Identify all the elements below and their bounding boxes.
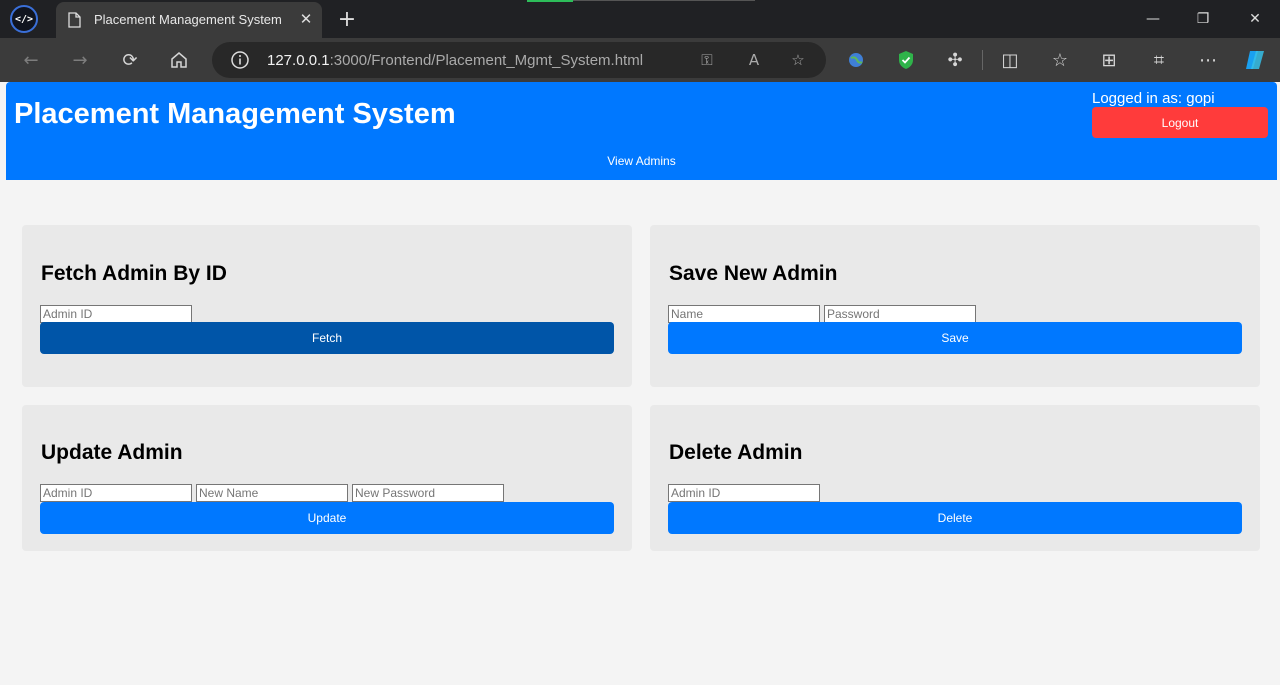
tab-title: Placement Management System: [94, 12, 282, 27]
update-button[interactable]: Update: [40, 502, 614, 534]
url-path: :3000/Frontend/Placement_Mgmt_System.htm…: [329, 52, 644, 69]
delete-admin-card: Delete Admin Admin ID Delete: [650, 405, 1260, 551]
forward-icon[interactable]: →: [64, 44, 96, 76]
fetch-admin-heading: Fetch Admin By ID: [41, 262, 227, 285]
logout-button[interactable]: Logout: [1092, 107, 1268, 138]
fetch-button[interactable]: Fetch: [40, 322, 614, 354]
tab-strip-divider: [573, 0, 755, 1]
read-aloud-icon[interactable]: A: [740, 46, 768, 74]
collections-icon[interactable]: ⊞: [1093, 44, 1125, 76]
save-password-input[interactable]: Password: [824, 305, 976, 323]
browser-toolbar: ← → ⟳ 127.0.0.1:3000/Frontend/Placement_…: [0, 38, 1280, 82]
fetch-admin-card: Fetch Admin By ID Admin ID Fetch: [22, 225, 632, 387]
url-text: 127.0.0.1:3000/Frontend/Placement_Mgmt_S…: [267, 52, 643, 69]
address-bar[interactable]: 127.0.0.1:3000/Frontend/Placement_Mgmt_S…: [212, 42, 826, 78]
new-tab-icon[interactable]: +: [334, 6, 360, 32]
back-icon[interactable]: ←: [15, 44, 47, 76]
page-title: Placement Management System: [14, 98, 456, 130]
tab-strip-indicator: [527, 0, 573, 2]
close-tab-icon[interactable]: ✕: [296, 9, 316, 29]
update-new-password-input[interactable]: New Password: [352, 484, 504, 502]
toolbar-divider: [982, 50, 983, 70]
page-icon: [68, 12, 81, 28]
key-icon[interactable]: ⚿: [693, 46, 721, 74]
app-header: Placement Management System Logged in as…: [6, 82, 1277, 180]
shield-extension-icon[interactable]: [890, 44, 922, 76]
favorite-star-icon[interactable]: ☆: [784, 46, 812, 74]
update-admin-id-input[interactable]: Admin ID: [40, 484, 192, 502]
url-host: 127.0.0.1: [267, 52, 330, 69]
browser-tab[interactable]: Placement Management System ✕: [56, 2, 322, 38]
refresh-icon[interactable]: ⟳: [114, 44, 146, 76]
save-button[interactable]: Save: [668, 322, 1242, 354]
extension-globe-icon[interactable]: [840, 44, 872, 76]
home-icon[interactable]: [163, 44, 195, 76]
split-screen-icon[interactable]: ◫: [994, 44, 1026, 76]
save-admin-card: Save New Admin Name Password Save: [650, 225, 1260, 387]
update-admin-card: Update Admin Admin ID New Name New Passw…: [22, 405, 632, 551]
save-admin-heading: Save New Admin: [669, 262, 838, 285]
update-admin-heading: Update Admin: [41, 441, 183, 464]
extensions-puzzle-icon[interactable]: ✣: [939, 44, 971, 76]
minimize-icon[interactable]: —: [1128, 0, 1178, 38]
delete-admin-heading: Delete Admin: [669, 441, 803, 464]
copilot-icon[interactable]: [1240, 44, 1272, 76]
window-close-icon[interactable]: ✕: [1230, 0, 1280, 38]
restore-icon[interactable]: ❐: [1178, 0, 1228, 38]
browser-title-bar: </> Placement Management System ✕ + — ❐ …: [0, 0, 1280, 38]
screenshot-icon[interactable]: ⌗: [1143, 44, 1175, 76]
page-content: Placement Management System Logged in as…: [0, 82, 1280, 685]
logged-in-status: Logged in as: gopi: [1092, 90, 1215, 107]
profile-avatar-icon[interactable]: </>: [10, 5, 38, 33]
more-menu-icon[interactable]: ⋯: [1192, 44, 1224, 76]
nav-view-admins-link[interactable]: View Admins: [6, 154, 1277, 168]
save-name-input[interactable]: Name: [668, 305, 820, 323]
update-new-name-input[interactable]: New Name: [196, 484, 348, 502]
favorites-icon[interactable]: ☆: [1044, 44, 1076, 76]
delete-admin-id-input[interactable]: Admin ID: [668, 484, 820, 502]
site-info-icon[interactable]: [230, 50, 250, 70]
delete-button[interactable]: Delete: [668, 502, 1242, 534]
fetch-admin-id-input[interactable]: Admin ID: [40, 305, 192, 323]
